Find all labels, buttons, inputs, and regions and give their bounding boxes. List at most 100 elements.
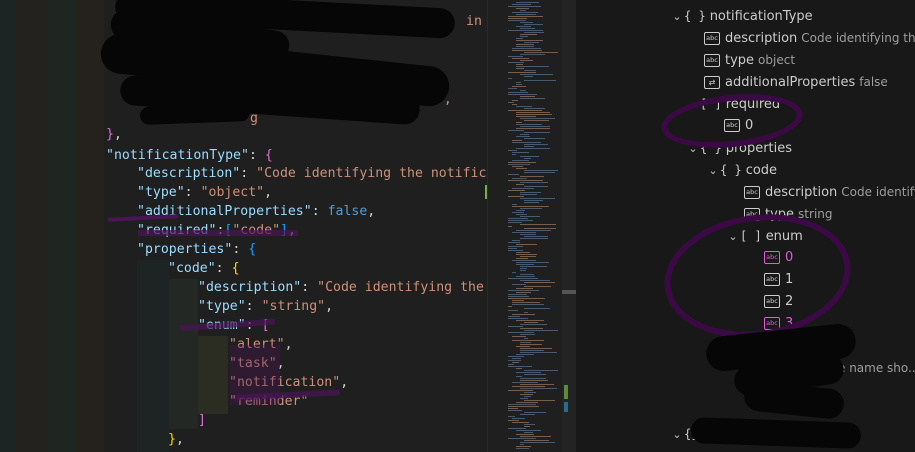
minimap-line [508, 410, 522, 411]
minimap-line [516, 114, 552, 115]
minimap-line [512, 4, 531, 5]
minimap-line [512, 302, 540, 303]
minimap-line [508, 110, 542, 111]
minimap-line [508, 190, 525, 191]
minimap-line [508, 366, 532, 367]
minimap-line [508, 420, 519, 421]
minimap-line [512, 142, 541, 143]
minimap-line [508, 94, 537, 95]
redaction-scribble [690, 417, 862, 449]
minimap-line [524, 200, 543, 201]
minimap-line [520, 328, 543, 329]
minimap-line [520, 414, 535, 415]
minimap-line [520, 208, 542, 209]
minimap-line [512, 188, 534, 189]
outline-panel: ⌄{ } notificationType abc description Code … [576, 0, 915, 452]
minimap-line [516, 214, 527, 215]
minimap-line [516, 168, 527, 169]
outline-item-notificationtype[interactable]: ⌄{ } notificationType [670, 5, 812, 28]
minimap-line [520, 182, 548, 183]
minimap-line [516, 116, 536, 117]
outline-item[interactable]: abc type object [704, 49, 795, 71]
minimap-line [520, 442, 555, 443]
code-editor[interactable]: in D", g }, "notificationType": { "descr… [0, 0, 487, 452]
outline-item[interactable]: abcdescriptionCode identifyi... [744, 181, 915, 203]
minimap-line [520, 54, 545, 55]
outline-item-partial[interactable]: e name sho... [834, 357, 915, 379]
minimap-line [512, 178, 527, 179]
minimap-line [512, 160, 529, 161]
minimap-line [520, 90, 526, 91]
minimap-line [516, 46, 534, 47]
minimap-line [520, 194, 537, 195]
outline-item[interactable]: ⇄ additionalProperties false [704, 71, 888, 93]
minimap-line [520, 60, 533, 61]
string-icon: abc [744, 186, 760, 199]
minimap-line [520, 234, 536, 235]
minimap-line [524, 370, 558, 371]
minimap-line [520, 378, 546, 379]
outline-item-code[interactable]: ⌄{ } code [706, 159, 777, 181]
minimap-line [524, 108, 545, 109]
minimap-line [524, 132, 550, 133]
minimap-line [512, 100, 518, 101]
minimap-line [524, 80, 556, 81]
minimap-line [516, 82, 521, 83]
minimap-line [508, 316, 520, 317]
object-icon: { } [684, 9, 706, 23]
code-line: "type": "object", [137, 185, 273, 200]
minimap-line [508, 332, 534, 333]
minimap-line [512, 86, 526, 87]
minimap-line [512, 382, 538, 383]
minimap-line [520, 96, 535, 97]
redaction-scribble [742, 379, 846, 421]
minimap-line [516, 64, 523, 65]
chevron-down-icon[interactable]: ⌄ [670, 6, 684, 28]
minimap-line [520, 238, 548, 239]
minimap-line [512, 340, 544, 341]
minimap-line [524, 144, 548, 145]
minimap-line [516, 128, 550, 129]
minimap-line [524, 338, 528, 339]
annotation-mark [138, 230, 298, 236]
minimap-line [512, 58, 529, 59]
minimap-line [520, 98, 545, 99]
minimap-line [524, 282, 555, 283]
outline-item[interactable]: abcdescriptionCode identifying the ... [704, 27, 915, 49]
minimap-line [508, 390, 533, 391]
boolean-icon: ⇄ [704, 76, 720, 89]
minimap-line [516, 122, 522, 123]
vertical-scrollbar[interactable] [562, 0, 576, 452]
minimap-line [508, 294, 527, 295]
minimap-line [524, 186, 548, 187]
minimap-line [520, 352, 557, 353]
minimap-line [520, 324, 547, 325]
minimap-line [508, 196, 524, 197]
minimap-line [520, 444, 524, 445]
minimap-line [508, 72, 536, 73]
minimap-line [516, 210, 525, 211]
minimap-line [516, 2, 539, 3]
minimap-line [520, 348, 552, 349]
minimap-line [512, 260, 536, 261]
minimap-line [516, 372, 541, 373]
minimap-line [524, 138, 545, 139]
minimap-line [524, 42, 539, 43]
minimap-line [512, 154, 516, 155]
minimap-line [520, 36, 528, 37]
minimap-line [508, 326, 523, 327]
chevron-down-icon[interactable]: ⌄ [670, 424, 684, 446]
minimap-line [524, 426, 530, 427]
minimap-line [508, 102, 514, 103]
minimap-line [520, 198, 555, 199]
minimap-line [524, 24, 543, 25]
minimap-line [508, 298, 545, 299]
minimap-line [524, 202, 539, 203]
minimap-line [520, 436, 551, 437]
chevron-down-icon[interactable]: ⌄ [706, 160, 720, 182]
code-line: "properties": { [137, 242, 257, 257]
minimap-line [516, 320, 544, 321]
minimap[interactable] [487, 0, 563, 452]
minimap-line [508, 310, 518, 311]
minimap-line [520, 118, 555, 119]
